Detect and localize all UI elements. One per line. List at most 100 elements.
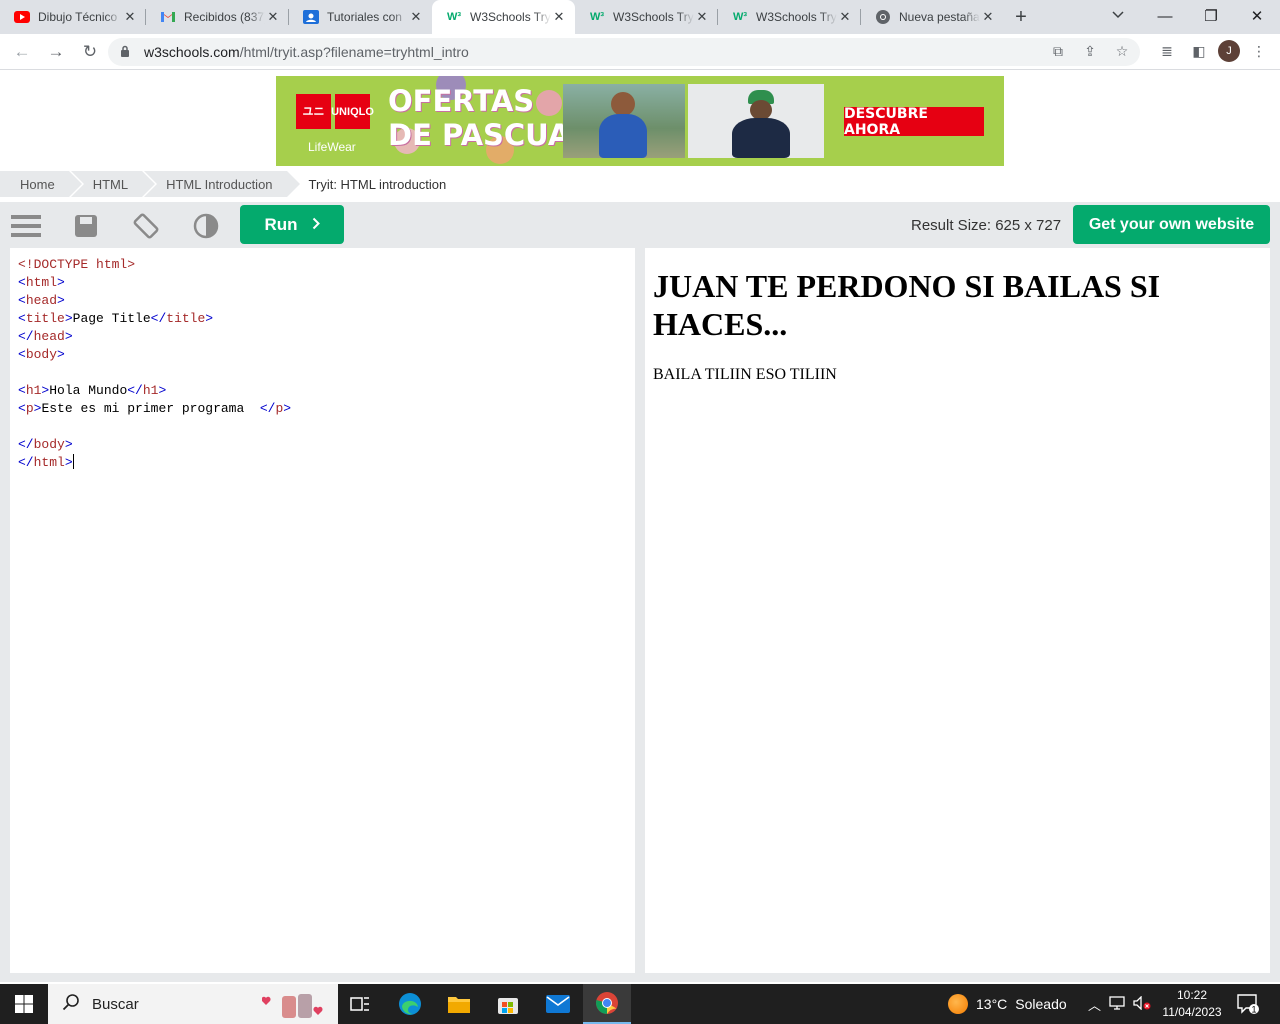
window-controls: — ❐ ✕ <box>1142 0 1280 34</box>
close-tab-icon[interactable]: ✕ <box>551 9 567 25</box>
breadcrumb-home[interactable]: Home <box>0 171 84 197</box>
result-frame[interactable]: JUAN TE PERDONO SI BAILAS SI HACES... BA… <box>645 248 1270 973</box>
result-paragraph: BAILA TILIIN ESO TILIIN <box>653 366 837 383</box>
url-path: /html/tryit.asp?filename=tryhtml_intro <box>239 44 469 60</box>
tab-search-chevron-icon[interactable] <box>1105 4 1131 26</box>
browser-tab[interactable]: Nueva pestaña ✕ <box>861 0 1004 34</box>
sun-icon <box>948 994 968 1014</box>
code-line: </body> <box>18 437 73 452</box>
lock-icon <box>120 45 134 60</box>
notification-icon[interactable]: 1 <box>1236 992 1260 1016</box>
new-tab-icon[interactable]: + <box>1004 0 1038 34</box>
breadcrumb: Home HTML HTML Introduction Tryit: HTML … <box>0 171 1280 197</box>
close-tab-icon[interactable]: ✕ <box>694 9 710 25</box>
browser-tab-active[interactable]: W³ W3Schools Tryit ✕ <box>432 0 575 34</box>
weather-temp: 13°C <box>976 996 1008 1012</box>
browser-tab[interactable]: W³ W3Schools Tryit ✕ <box>575 0 718 34</box>
ad-headline: OFERTAS <box>388 84 535 118</box>
close-window-icon[interactable]: ✕ <box>1234 0 1280 32</box>
minimize-icon[interactable]: — <box>1142 0 1188 32</box>
reload-icon[interactable]: ↻ <box>74 36 106 68</box>
weather-desc: Soleado <box>1015 996 1067 1012</box>
chevron-up-icon[interactable]: ︿ <box>1088 995 1101 1014</box>
clock[interactable]: 10:22 11/04/2023 <box>1158 987 1226 1021</box>
code-line: <h1>Hola Mundo</h1> <box>18 383 167 398</box>
w3schools-icon: W³ <box>446 11 462 23</box>
browser-tab[interactable]: W³ W3Schools Tryit ✕ <box>718 0 861 34</box>
close-tab-icon[interactable]: ✕ <box>980 9 996 25</box>
browser-toolbar: ← → ↻ w3schools.com/html/tryit.asp?filen… <box>0 34 1280 70</box>
breadcrumb-current: Tryit: HTML introduction <box>288 171 461 197</box>
menu-hamburger-icon[interactable] <box>11 212 41 240</box>
microsoft-store-icon[interactable] <box>484 984 532 1024</box>
browser-tab[interactable]: Tutoriales con ✕ <box>289 0 432 34</box>
close-tab-icon[interactable]: ✕ <box>265 9 281 25</box>
search-icon <box>62 993 80 1015</box>
tryit-workarea: <!DOCTYPE html> <html> <head> <title>Page T… <box>0 248 1280 982</box>
code-line: <body> <box>18 347 65 362</box>
w3schools-icon: W³ <box>589 11 605 23</box>
result-heading: JUAN TE PERDONO SI BAILAS SI HACES... <box>653 268 1161 342</box>
close-tab-icon[interactable]: ✕ <box>837 9 853 25</box>
edge-icon[interactable] <box>386 984 434 1024</box>
close-tab-icon[interactable]: ✕ <box>122 9 138 25</box>
browser-tab[interactable]: Recibidos (837) ✕ <box>146 0 289 34</box>
windows-start-icon[interactable] <box>0 984 48 1024</box>
browser-tab-strip: Dibujo Técnico ✕ Recibidos (837) ✕ Tutor… <box>0 0 1280 34</box>
close-tab-icon[interactable]: ✕ <box>408 9 424 25</box>
chrome-icon <box>875 9 891 25</box>
profile-avatar[interactable]: J <box>1218 40 1240 62</box>
dark-mode-icon[interactable] <box>191 212 221 240</box>
breadcrumb-html-introduction[interactable]: HTML Introduction <box>144 171 303 197</box>
forward-icon[interactable]: → <box>40 36 72 68</box>
mail-icon[interactable] <box>534 984 582 1024</box>
search-highlight-image <box>261 988 334 1020</box>
code-line: </head> <box>18 329 73 344</box>
code-line: <title>Page Title</title> <box>18 311 214 326</box>
code-editor[interactable]: <!DOCTYPE html> <html> <head> <title>Page T… <box>10 248 635 973</box>
ad-cta-button[interactable]: DESCUBRE AHORA <box>844 106 984 138</box>
code-line: <!DOCTYPE html> <box>18 257 136 272</box>
taskbar-search[interactable]: Buscar <box>48 984 338 1024</box>
save-icon[interactable] <box>71 212 101 240</box>
volume-muted-icon[interactable] <box>1133 994 1151 1013</box>
url-host: w3schools.com <box>144 44 240 60</box>
svg-text:1: 1 <box>1251 1005 1256 1015</box>
address-bar[interactable]: w3schools.com/html/tryit.asp?filename=tr… <box>108 38 1140 66</box>
run-button[interactable]: Run <box>240 205 344 244</box>
system-tray: ︿ <box>1088 984 1151 1024</box>
code-line: </html> <box>18 454 74 470</box>
classroom-icon <box>303 9 319 25</box>
ad-sub-brand: LifeWear <box>308 140 356 154</box>
ad-banner[interactable]: ユニ UNI QLO LifeWear OFERTAS DE PASCUA DES… <box>276 76 1004 166</box>
menu-dots-icon[interactable]: ⋮ <box>1246 38 1272 64</box>
share-icon[interactable]: ⇪ <box>1077 38 1103 64</box>
task-view-icon[interactable] <box>336 984 384 1024</box>
code-line: <head> <box>18 293 65 308</box>
ad-headline-2: DE PASCUA <box>388 118 571 152</box>
rotate-layout-icon[interactable] <box>131 212 161 240</box>
get-website-button[interactable]: Get your own website <box>1073 205 1270 244</box>
chrome-taskbar-icon[interactable] <box>583 984 631 1024</box>
restore-icon[interactable]: ❐ <box>1188 0 1234 32</box>
chevron-right-icon <box>312 215 320 235</box>
side-panel-icon[interactable]: ◧ <box>1186 38 1212 64</box>
translate-icon[interactable]: ⧉ <box>1045 38 1071 64</box>
network-icon[interactable] <box>1109 995 1125 1013</box>
back-icon[interactable]: ← <box>6 36 38 68</box>
uniqlo-logo: ユニ UNI QLO <box>296 94 374 129</box>
result-size-label: Result Size: 625 x 727 <box>911 217 1062 234</box>
ad-photo <box>688 84 824 158</box>
media-controls-icon[interactable]: ≣ <box>1154 38 1180 64</box>
code-line: <html> <box>18 275 65 290</box>
w3schools-icon: W³ <box>732 11 748 23</box>
bookmark-star-icon[interactable]: ☆ <box>1109 38 1135 64</box>
windows-taskbar: Buscar 13°C Soleado ︿ 10:22 11/04/2023 1 <box>0 984 1280 1024</box>
browser-tab[interactable]: Dibujo Técnico ✕ <box>0 0 146 34</box>
gmail-icon <box>160 9 176 25</box>
code-line: <p>Este es mi primer programa </p> <box>18 401 292 416</box>
weather-widget[interactable]: 13°C Soleado <box>948 984 1067 1024</box>
file-explorer-icon[interactable] <box>435 984 483 1024</box>
